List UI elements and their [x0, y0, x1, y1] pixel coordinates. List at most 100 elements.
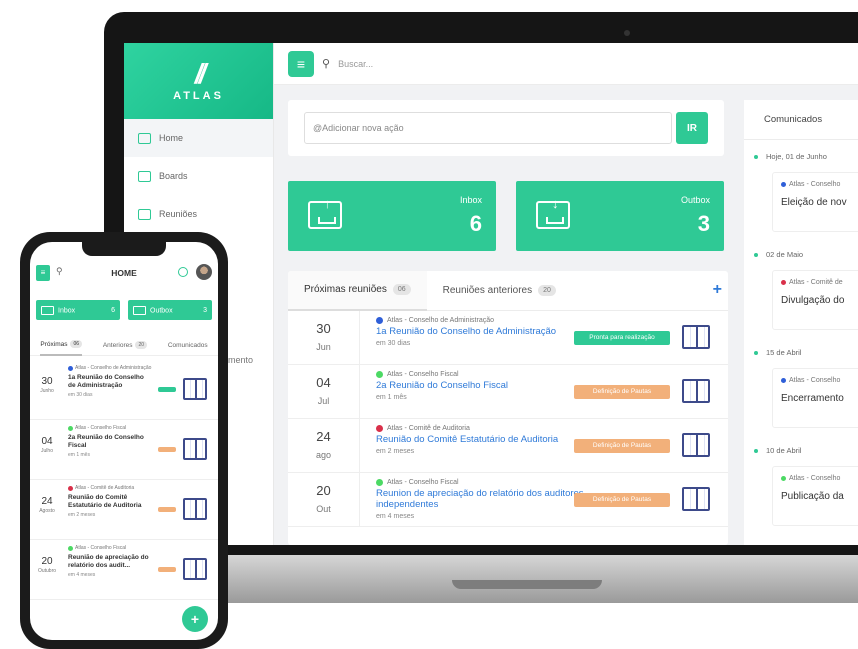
announcement-org: Atlas - Comitê de: [781, 279, 858, 286]
inbox-count: 6: [111, 306, 115, 314]
book-icon[interactable]: [183, 438, 207, 460]
list-item[interactable]: 20 Outubro Atlas - Conselho Fiscal Reunião …: [30, 540, 218, 600]
meeting-org: Atlas - Conselho Fiscal: [376, 371, 596, 378]
menu-button[interactable]: ≡: [288, 50, 314, 77]
meeting-when: em 30 dias: [68, 392, 93, 398]
list-item[interactable]: 30 Junho Atlas - Conselho de Administração…: [30, 360, 218, 420]
add-meeting-button[interactable]: +: [713, 281, 722, 299]
tab-previous[interactable]: Reuniões anteriores 20: [427, 271, 572, 311]
sidebar-item-home[interactable]: Home: [124, 119, 273, 157]
add-button[interactable]: +: [182, 606, 208, 632]
phone-screen: ≡ ⚲ HOME Inbox 6 Outbox 3 Próximas 06 An…: [30, 242, 218, 640]
meeting-title-link[interactable]: Reunion de apreciação do relatório dos a…: [376, 488, 596, 510]
tab-announcements[interactable]: Comunicados: [168, 334, 208, 356]
outbox-count: 3: [697, 211, 710, 236]
announcement-title: Encerramento: [781, 393, 844, 404]
avatar[interactable]: [196, 264, 212, 280]
book-icon[interactable]: [183, 558, 207, 580]
status-badge: Definição de Pautas: [574, 493, 670, 507]
org-name: Atlas - Conselho: [789, 181, 841, 188]
meeting-when: em 4 meses: [68, 572, 96, 578]
list-item[interactable]: Atlas - Conselho Eleição de nov: [772, 172, 858, 232]
meeting-title: 1a Reunião do Conselho de Administração: [68, 374, 144, 389]
go-button[interactable]: IR: [676, 112, 708, 144]
date-label: 10 de Abril: [766, 446, 802, 455]
inbox-card[interactable]: ↑ Inbox 6: [288, 181, 496, 251]
book-icon[interactable]: [682, 379, 710, 403]
meeting-org: Atlas - Comitê de Auditoria: [376, 425, 596, 432]
org-dot-icon: [68, 425, 73, 431]
arrow-down-icon: ↓: [552, 196, 559, 211]
org-name: Atlas - Conselho Fiscal: [75, 545, 127, 551]
meeting-month: Out: [316, 504, 331, 514]
status-indicator: [158, 507, 176, 512]
meeting-when: em 4 meses: [376, 513, 415, 520]
tab-announcements[interactable]: Comunicados: [744, 100, 858, 140]
meeting-date: 24 ago: [288, 419, 360, 473]
book-icon[interactable]: [183, 378, 207, 400]
new-action-input[interactable]: @Adicionar nova ação: [304, 112, 672, 144]
phone-notch: [82, 242, 166, 256]
meeting-month: ago: [315, 450, 332, 460]
tab-upcoming[interactable]: Próximas 06: [40, 334, 83, 356]
meeting-day: 30: [316, 321, 331, 336]
tab-previous[interactable]: Anteriores 20: [103, 334, 148, 356]
book-icon[interactable]: [682, 487, 710, 511]
meeting-when: em 2 meses: [376, 448, 415, 455]
date-label: Hoje, 01 de Junho: [766, 152, 827, 161]
tab-upcoming[interactable]: Próximas reuniões 06: [288, 271, 427, 311]
table-row[interactable]: 04 Jul Atlas - Conselho Fiscal 2a Reunião d…: [288, 365, 728, 419]
list-item[interactable]: Atlas - Comitê de Divulgação do: [772, 270, 858, 330]
search-input[interactable]: Buscar...: [338, 59, 373, 69]
tab-label: Reuniões anteriores: [442, 285, 533, 296]
chat-icon[interactable]: [178, 267, 188, 277]
org-name: Atlas - Conselho: [789, 475, 841, 482]
list-item[interactable]: 04 Julho Atlas - Conselho Fiscal 2a Reunião…: [30, 420, 218, 480]
org-dot-icon: [781, 280, 786, 285]
list-item[interactable]: 24 Agosto Atlas - Comitê de Auditoria Reuni…: [30, 480, 218, 540]
org-dot-icon: [68, 485, 73, 491]
count-badge: 06: [70, 340, 83, 348]
inbox-label: Inbox: [459, 195, 482, 205]
outbox-card[interactable]: ↓ Outbox 3: [516, 181, 724, 251]
outbox-card[interactable]: Outbox 3: [128, 300, 212, 320]
date-label: 15 de Abril: [766, 348, 802, 357]
meeting-title-link[interactable]: 2a Reunião do Conselho Fiscal: [376, 380, 596, 391]
meeting-title-link[interactable]: Reunião do Comitê Estatutário de Auditor…: [376, 434, 596, 445]
book-icon[interactable]: [682, 325, 710, 349]
topbar: ≡ ⚲ Buscar...: [274, 43, 858, 85]
meeting-body: Atlas - Comitê de Auditoria Reunião do Co…: [376, 425, 596, 455]
count-badge: 06: [392, 284, 411, 295]
meeting-org: Atlas - Conselho de Administração: [68, 365, 152, 371]
meeting-date: 24 Agosto: [34, 496, 60, 514]
meeting-org: Atlas - Conselho Fiscal: [68, 545, 152, 551]
sidebar-item-label: Boards: [159, 171, 188, 181]
meeting-when: em 1 mês: [376, 394, 407, 401]
timeline-dot-icon: [754, 252, 758, 257]
brand[interactable]: // ATLAS: [124, 43, 273, 119]
home-icon: [138, 132, 151, 144]
sidebar-item-reunioes[interactable]: Reuniões: [124, 195, 273, 233]
search-icon[interactable]: ⚲: [322, 57, 330, 70]
meeting-body: Atlas - Conselho Fiscal 2a Reunião do Con…: [376, 371, 596, 401]
book-icon[interactable]: [682, 433, 710, 457]
phone-header: ≡ ⚲ HOME: [30, 264, 218, 286]
sidebar-item-boards[interactable]: Boards: [124, 157, 273, 195]
list-item[interactable]: Atlas - Conselho Publicação da: [772, 466, 858, 526]
book-icon[interactable]: [183, 498, 207, 520]
phone-tabs: Próximas 06 Anteriores 20 Comunicados: [30, 334, 218, 356]
status-badge: Definição de Pautas: [574, 439, 670, 453]
list-item[interactable]: Atlas - Conselho Encerramento: [772, 368, 858, 428]
table-row[interactable]: 24 ago Atlas - Comitê de Auditoria Reunião …: [288, 419, 728, 473]
page-title: HOME: [111, 268, 137, 278]
meeting-title-link[interactable]: 1a Reunião do Conselho de Administração: [376, 326, 596, 337]
inbox-card[interactable]: Inbox 6: [36, 300, 120, 320]
sidebar-item-partial[interactable]: mento: [228, 355, 253, 365]
org-name: Atlas - Conselho Fiscal: [75, 425, 127, 431]
table-row[interactable]: 20 Out Atlas - Conselho Fiscal Reunion de a…: [288, 473, 728, 527]
meeting-body: Atlas - Conselho de Administração 1a Reun…: [376, 317, 596, 347]
laptop-screen: // ATLAS Home Boards Reuniões mento ≡ ⚲ …: [124, 43, 858, 545]
meetings-card: Próximas reuniões 06 Reuniões anteriores…: [288, 271, 728, 545]
announcement-title: Divulgação do: [781, 295, 845, 306]
table-row[interactable]: 30 Jun Atlas - Conselho de Administração 1a…: [288, 311, 728, 365]
